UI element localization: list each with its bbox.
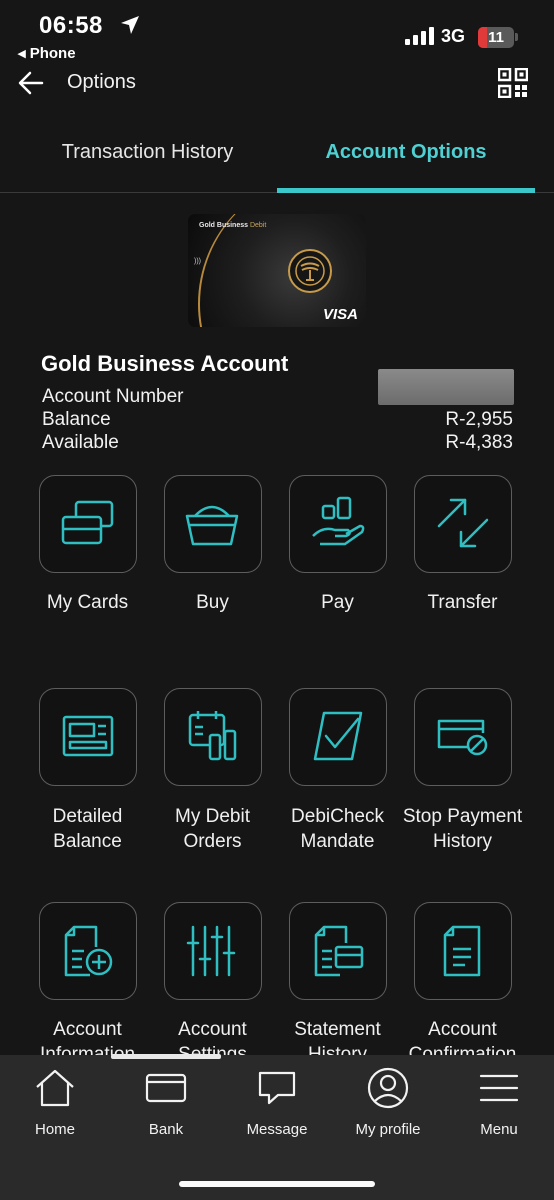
- account-number-label: Account Number: [42, 386, 184, 407]
- option-account-information[interactable]: [39, 902, 137, 1000]
- option-transfer-label: Transfer: [427, 592, 498, 613]
- account-name: Gold Business Account: [41, 351, 289, 376]
- battery-icon: 11: [478, 27, 514, 48]
- signal-icon: [405, 27, 434, 45]
- option-debicheck-mandate[interactable]: [289, 688, 387, 786]
- statement-icon: [314, 925, 364, 977]
- home-indicator[interactable]: [179, 1181, 375, 1187]
- back-to-app-link[interactable]: ◂ Phone: [18, 44, 76, 62]
- available-value: R-4,383: [445, 432, 513, 453]
- option-pay[interactable]: [289, 475, 387, 573]
- scroll-indicator: [111, 1054, 221, 1059]
- hand-pay-icon: [312, 496, 365, 546]
- profile-icon: [367, 1067, 409, 1109]
- option-buy-label: Buy: [196, 592, 229, 613]
- hamburger-menu-icon: [479, 1074, 519, 1102]
- nav-bank[interactable]: Bank: [116, 1065, 216, 1138]
- nav-home-label: Home: [34, 1121, 75, 1138]
- status-time: 06:58: [39, 12, 103, 39]
- tab-account-options[interactable]: Account Options: [277, 141, 535, 164]
- option-stop-payment-history-label: Stop Payment History: [402, 806, 523, 852]
- network-type: 3G: [441, 26, 466, 46]
- option-stop-payment-history[interactable]: [414, 688, 512, 786]
- qr-code-icon[interactable]: [498, 68, 528, 98]
- bank-card-icon: [145, 1073, 187, 1103]
- battery-tip: [515, 33, 518, 41]
- visa-logo: VISA: [322, 306, 358, 323]
- location-arrow-icon: [121, 16, 139, 34]
- stop-payment-icon: [437, 719, 488, 756]
- page-title: Options: [67, 71, 136, 93]
- available-label: Available: [42, 432, 119, 453]
- nav-menu[interactable]: Menu: [449, 1065, 549, 1138]
- arrow-left-icon[interactable]: [16, 68, 46, 98]
- basket-icon: [185, 505, 239, 546]
- account-number-redacted: [378, 369, 514, 405]
- document-lines-icon: [443, 925, 481, 977]
- option-my-cards-label: My Cards: [46, 592, 129, 613]
- speech-bubble-icon: [258, 1071, 296, 1105]
- option-account-confirmation[interactable]: [414, 902, 512, 1000]
- option-debit-orders-label: My Debit Orders: [175, 806, 250, 852]
- nav-menu-label: Menu: [480, 1121, 518, 1138]
- nav-bank-label: Bank: [148, 1121, 184, 1138]
- sliders-icon: [186, 925, 236, 977]
- option-pay-label: Pay: [321, 592, 354, 613]
- nav-message[interactable]: Message: [227, 1065, 327, 1138]
- nav-my-profile-label: My profile: [355, 1121, 421, 1138]
- check-mandate-icon: [313, 711, 363, 761]
- cards-icon: [61, 500, 114, 545]
- nav-home[interactable]: Home: [5, 1065, 105, 1138]
- battery-level: 11: [488, 29, 504, 46]
- option-debit-orders[interactable]: [164, 688, 262, 786]
- nav-message-label: Message: [246, 1121, 308, 1138]
- option-account-settings[interactable]: [164, 902, 262, 1000]
- transfer-arrows-icon: [437, 498, 489, 548]
- tab-transaction-history[interactable]: Transaction History: [30, 141, 265, 164]
- balance-document-icon: [62, 715, 114, 757]
- debit-card-image[interactable]: Gold Business Debit ))) VISA: [188, 214, 366, 327]
- card-brand: Gold Business Debit: [199, 222, 267, 229]
- home-icon: [36, 1069, 74, 1107]
- nav-my-profile[interactable]: My profile: [338, 1065, 438, 1138]
- balance-label: Balance: [42, 409, 111, 430]
- option-transfer[interactable]: [414, 475, 512, 573]
- option-detailed-balance[interactable]: [39, 688, 137, 786]
- option-my-cards[interactable]: [39, 475, 137, 573]
- option-statement-history[interactable]: [289, 902, 387, 1000]
- contactless-icon: ))): [194, 258, 201, 265]
- bank-emblem-icon: [288, 249, 332, 293]
- option-debicheck-mandate-label: DebiCheck Mandate: [291, 806, 384, 852]
- balance-value: R-2,955: [445, 409, 513, 430]
- status-bar: 06:58 ◂ Phone 3G 11: [0, 0, 554, 70]
- active-tab-indicator: [277, 188, 535, 193]
- debit-orders-icon: [188, 711, 237, 761]
- option-buy[interactable]: [164, 475, 262, 573]
- document-plus-icon: [64, 925, 113, 977]
- option-detailed-balance-label: Detailed Balance: [52, 806, 123, 852]
